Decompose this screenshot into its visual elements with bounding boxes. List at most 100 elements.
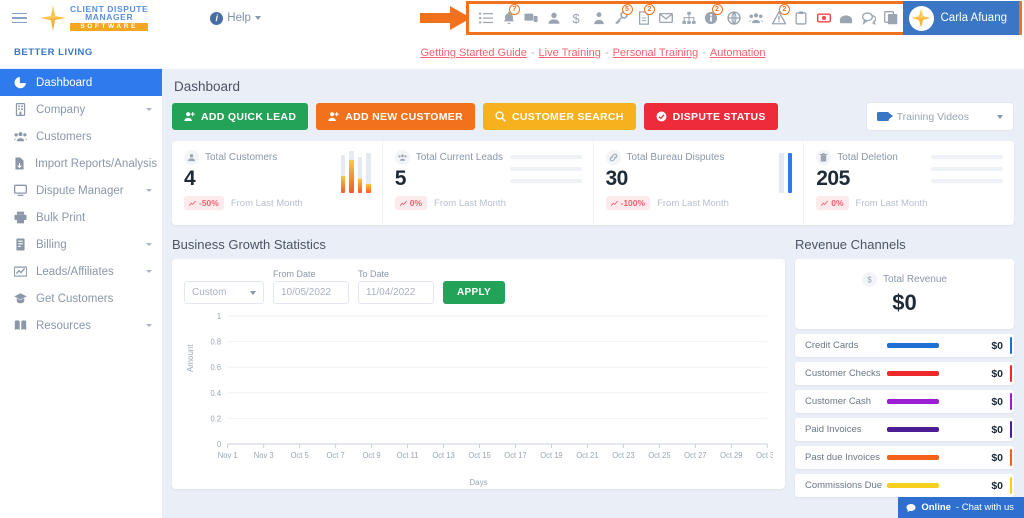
revenue-channel-row[interactable]: Commissions Due $0 [795,474,1014,497]
to-date-label: To Date [358,269,390,279]
from-date-input[interactable]: 10/05/2022 [273,281,349,304]
users-icon [394,150,410,165]
help-menu[interactable]: i Help [210,11,261,25]
chevron-down-icon [146,189,152,192]
inbox-icon[interactable] [835,5,858,31]
video-icon [876,112,893,121]
bell-icon[interactable]: 7 [498,4,520,31]
add-new-customer-button[interactable]: ADD NEW CUSTOMER [316,103,475,130]
svg-text:Oct 5: Oct 5 [291,451,310,460]
business-growth-title: Business Growth Statistics [172,237,326,252]
sidebar-item-company[interactable]: Company [0,96,162,123]
svg-text:Oct 15: Oct 15 [468,451,491,460]
sidebar-item-resources[interactable]: Resources [0,312,162,339]
comments-icon[interactable] [858,5,881,31]
list-icon[interactable] [475,5,498,31]
chart-plot-area: 0 0.2 0.4 0.6 0.8 1 Nov 1 Nov 3 Oct 5 Oct 7 Oct 9 O… [210,312,778,460]
user-tie-icon[interactable] [588,5,611,31]
stat-footer: 0% From Last Month [816,196,1002,210]
svg-text:Oct 19: Oct 19 [540,451,562,460]
hamburger-icon[interactable] [0,12,38,24]
link-separator-2: - [604,46,609,59]
sidebar-item-billing[interactable]: Billing [0,231,162,258]
search-icon [495,111,506,122]
revenue-channel-row[interactable]: Past due Invoices $0 [795,446,1014,469]
total-revenue-card: $ Total Revenue $0 [795,259,1014,329]
app-logo[interactable]: CLIENT DISPUTE MANAGER SOFTWARE [40,4,149,32]
user-icon [184,150,199,165]
stat-sparkline [340,151,371,193]
sidebar-item-get-customers[interactable]: Get Customers [0,285,162,312]
file-icon[interactable]: 2 [633,4,655,31]
sidebar-item-dashboard[interactable]: Dashboard [0,69,162,96]
svg-text:0.2: 0.2 [210,414,221,423]
warning-badge: 2 [779,4,790,15]
users-icon[interactable] [745,5,768,31]
stat-value: 30 [605,167,629,190]
revenue-channel-name: Paid Invoices [805,424,862,435]
sidebar-item-customers[interactable]: Customers [0,123,162,150]
revenue-channel-name: Credit Cards [805,340,859,351]
dispute-status-button[interactable]: DISPUTE STATUS [643,103,778,130]
sidebar-item-dispute-manager[interactable]: Dispute Manager [0,177,162,204]
key-icon[interactable]: 5 [610,4,633,31]
money-bill-icon[interactable] [813,5,836,31]
revenue-channel-edge [1009,421,1012,438]
customer-search-button[interactable]: CUSTOMER SEARCH [482,103,636,130]
svg-text:0.6: 0.6 [210,363,221,372]
to-date-input[interactable]: 11/04/2022 [358,281,434,304]
sidebar-item-import-reports-analysis[interactable]: Import Reports/Analysis [0,150,162,177]
revenue-channel-row[interactable]: Customer Checks $0 [795,362,1014,385]
from-date-value: 10/05/2022 [281,287,332,298]
chevron-down-icon [146,108,152,111]
sidebar-item-bulk-print[interactable]: Bulk Print [0,204,162,231]
stat-change-period: From Last Month [657,197,729,209]
dollar-icon[interactable]: $ [565,5,588,31]
copy-icon[interactable] [880,5,903,31]
revenue-channel-bar [887,483,939,488]
file-import-icon [13,157,26,170]
business-growth-panel: Business Growth Statistics Custom From D… [172,237,785,497]
chevron-down-icon [146,243,152,246]
users-icon [13,130,27,143]
revenue-channel-row[interactable]: Customer Cash $0 [795,390,1014,413]
chat-widget[interactable]: Online - Chat with us [898,497,1024,518]
id-card-icon[interactable] [520,5,543,31]
apply-button[interactable]: APPLY [443,281,505,304]
envelope-icon[interactable] [655,5,678,31]
globe-icon[interactable] [723,5,746,31]
desktop-icon [13,184,27,197]
trend-icon [610,200,618,206]
stat-footer: 0% From Last Month [394,196,581,210]
sidebar-item-leads-affiliates[interactable]: Leads/Affiliates [0,258,162,285]
stat-change-badge: -50% [184,196,224,210]
svg-text:0.4: 0.4 [210,389,221,398]
link-getting-started-guide[interactable]: Getting Started Guide [420,47,526,59]
revenue-channel-edge [1009,449,1012,466]
invoice-icon [13,238,27,251]
revenue-channel-edge [1009,365,1012,382]
range-select[interactable]: Custom [184,281,264,304]
link-live-training[interactable]: Live Training [539,47,601,59]
revenue-channel-row[interactable]: Paid Invoices $0 [795,418,1014,441]
info-badge: 2 [711,4,723,15]
clipboard-icon[interactable] [790,5,813,31]
trend-icon [399,200,407,206]
info-circle-icon[interactable]: 2 [700,4,723,31]
revenue-channel-bar [887,399,939,404]
user-icon[interactable] [543,5,566,31]
link-personal-training[interactable]: Personal Training [613,47,699,59]
total-revenue-head: $ Total Revenue [862,272,947,287]
user-menu[interactable]: Carla Afuang [902,1,1019,35]
warning-triangle-icon[interactable]: 2 [768,4,790,31]
trend-icon [189,200,196,206]
sitemap-icon[interactable] [678,5,701,31]
svg-text:1: 1 [217,312,221,321]
main-content: Getting Started Guide - Live Training - … [162,36,1024,518]
revenue-channel-row[interactable]: Credit Cards $0 [795,334,1014,357]
stat-change-badge: 0% [394,196,428,210]
link-automation[interactable]: Automation [710,47,766,59]
add-quick-lead-button[interactable]: ADD QUICK LEAD [172,103,309,130]
training-videos-select[interactable]: Training Videos [865,102,1014,131]
attention-arrow-icon [420,6,471,30]
